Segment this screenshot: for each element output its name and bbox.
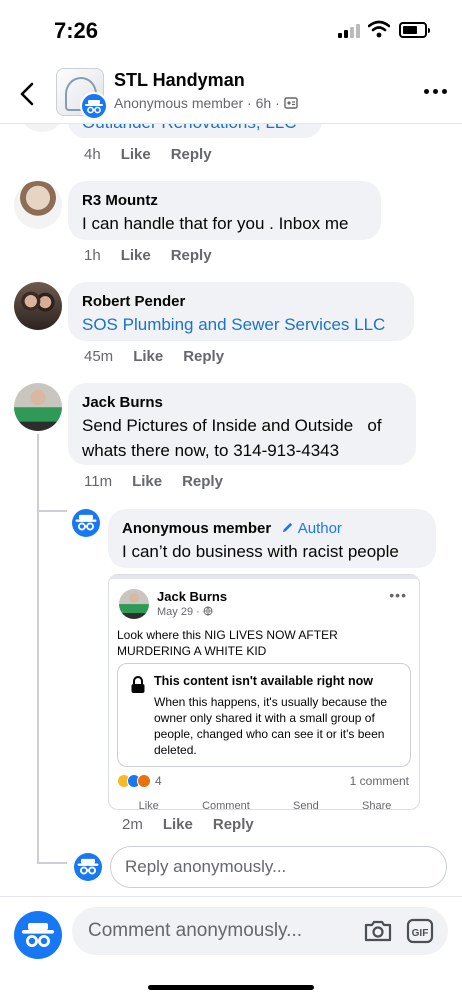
comment-meta: 1h Like Reply	[84, 247, 212, 264]
comment-input-placeholder: Comment anonymously...	[88, 920, 303, 941]
author-badge: Author	[281, 520, 342, 537]
like-button[interactable]: Like	[132, 473, 162, 490]
reaction-summary[interactable]: 4	[117, 774, 162, 788]
reply-button[interactable]: Reply	[183, 348, 224, 365]
thread-line-branch	[37, 862, 67, 864]
anonymous-spy-icon	[75, 514, 97, 531]
reply-button[interactable]: Reply	[171, 146, 212, 163]
home-indicator	[148, 985, 314, 990]
comment-time: 1h	[84, 247, 101, 264]
comment-bubble-r3-mountz: R3 Mountz I can handle that for you . In…	[68, 181, 381, 240]
commenter-name[interactable]: R3 Mountz	[82, 191, 367, 211]
comment-bubble-previous: Outlander Renovations, LLC	[68, 124, 322, 138]
post-header: STL Handyman Anonymous member · 6h ·	[0, 62, 462, 124]
anonymous-spy-icon	[77, 858, 99, 875]
composer-avatar[interactable]	[14, 911, 62, 959]
reply-input-avatar	[74, 853, 102, 881]
reply-header: Anonymous member Author	[122, 519, 422, 539]
reply-time: 2m	[122, 816, 143, 833]
commenter-name[interactable]: Jack Burns	[82, 393, 402, 413]
comments-section: Outlander Renovations, LLC 4h Like Reply…	[0, 124, 462, 896]
comment-text: I can handle that for you . Inbox me	[82, 214, 349, 233]
post-subtitle-text: Anonymous member · 6h ·	[114, 95, 280, 111]
camera-icon[interactable]	[363, 919, 393, 943]
reply-button[interactable]: Reply	[171, 247, 212, 264]
thread-line-branch	[37, 510, 67, 512]
more-horizontal-icon[interactable]	[424, 84, 448, 98]
reply-input-placeholder: Reply anonymously...	[125, 857, 287, 876]
avatar-robert-pender[interactable]	[14, 282, 62, 330]
comment-bubble-robert-pender: Robert Pender SOS Plumbing and Sewer Ser…	[68, 282, 414, 341]
avatar-previous	[18, 124, 66, 132]
reply-text: I can’t do business with racist people	[122, 542, 399, 561]
shared-post-author[interactable]: Jack Burns	[157, 589, 227, 604]
reply-button[interactable]: Reply	[182, 473, 223, 490]
shared-like-action[interactable]: Like	[139, 800, 159, 809]
comment-time: 4h	[84, 146, 101, 163]
avatar-jack-burns[interactable]	[14, 383, 62, 431]
shared-post-top-border	[109, 575, 419, 579]
unavailable-title: This content isn't available right now	[154, 674, 373, 688]
comment-link-text[interactable]: SOS Plumbing and Sewer Services LLC	[82, 312, 400, 337]
like-button[interactable]: Like	[163, 816, 193, 833]
anonymous-spy-icon	[80, 92, 108, 120]
reply-button[interactable]: Reply	[213, 816, 254, 833]
angry-reaction-icon	[137, 774, 151, 788]
group-audience-icon	[284, 97, 298, 109]
shared-post-text: Look where this NIG LIVES NOW AFTER MURD…	[117, 628, 338, 658]
chevron-left-icon[interactable]	[14, 80, 42, 108]
reaction-count: 4	[155, 774, 162, 788]
comment-time: 45m	[84, 348, 114, 365]
commenter-name[interactable]: Robert Pender	[82, 292, 400, 312]
gif-icon[interactable]: GIF	[406, 917, 434, 945]
comment-bubble-jack-burns: Jack Burns Send Pictures of Inside and O…	[68, 383, 416, 465]
comment-text-previous[interactable]: Outlander Renovations, LLC	[82, 124, 308, 135]
like-button[interactable]: Like	[121, 247, 151, 264]
shared-post-date: May 29 ·	[157, 606, 213, 618]
shared-comment-count[interactable]: 1 comment	[350, 774, 409, 788]
svg-text:GIF: GIF	[412, 928, 429, 939]
unavailable-content-box: This content isn't available right now W…	[117, 663, 411, 767]
anonymous-spy-icon	[22, 923, 54, 947]
comment-meta-previous: 4h Like Reply	[84, 146, 212, 163]
anonymous-member-avatar[interactable]	[72, 509, 100, 537]
avatar-r3-mountz[interactable]	[14, 181, 62, 229]
comment-composer: Comment anonymously... GIF	[0, 896, 462, 1000]
status-bar: 7:26	[0, 0, 462, 60]
shared-post-date-text: May 29 ·	[157, 606, 200, 618]
reply-bubble-anonymous: Anonymous member Author I can’t do busin…	[108, 509, 436, 568]
comment-text: Send Pictures of Inside and Outside of w…	[82, 416, 387, 460]
shared-send-action[interactable]: Send	[293, 800, 319, 809]
comment-meta: 11m Like Reply	[84, 473, 223, 490]
globe-icon	[203, 606, 213, 616]
comment-meta: 45m Like Reply	[84, 348, 224, 365]
group-title[interactable]: STL Handyman	[114, 70, 245, 91]
like-button[interactable]: Like	[121, 146, 151, 163]
commenter-name[interactable]: Anonymous member	[122, 520, 271, 537]
more-horizontal-icon[interactable]: •••	[389, 587, 407, 603]
post-subtitle: Anonymous member · 6h ·	[114, 95, 298, 111]
shared-comment-action[interactable]: Comment	[202, 800, 250, 809]
shared-post-card[interactable]: Jack Burns May 29 · ••• Look where this …	[108, 574, 420, 810]
thread-line	[37, 434, 39, 862]
lock-icon	[131, 676, 145, 693]
pencil-icon	[283, 522, 293, 533]
shared-post-actions: Like Comment Send Share	[117, 800, 413, 809]
status-time: 7:26	[54, 18, 99, 43]
like-button[interactable]: Like	[133, 348, 163, 365]
reply-input[interactable]: Reply anonymously...	[110, 846, 447, 888]
wifi-icon	[367, 20, 391, 38]
cellular-signal-icon	[338, 24, 360, 38]
author-badge-label: Author	[297, 520, 342, 537]
comment-time: 11m	[84, 473, 113, 490]
shared-share-action[interactable]: Share	[362, 800, 391, 809]
battery-icon	[399, 22, 430, 38]
unavailable-body: When this happens, it's usually because …	[154, 695, 388, 757]
reply-meta: 2m Like Reply	[122, 816, 254, 833]
shared-post-avatar	[119, 589, 149, 619]
